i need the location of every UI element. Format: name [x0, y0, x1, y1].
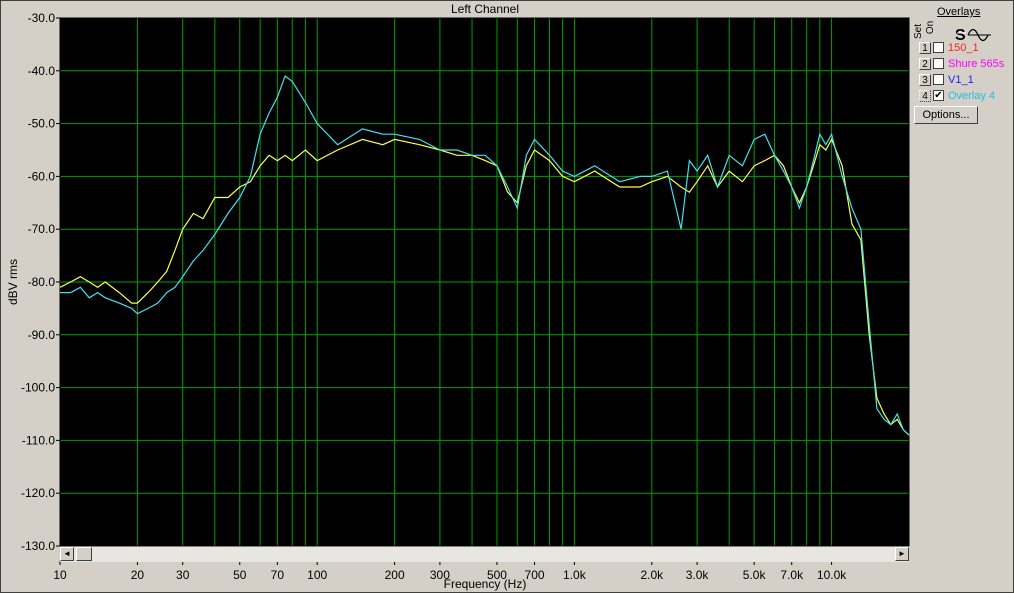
overlay-checkbox-4[interactable]: ✔: [933, 90, 944, 101]
y-tick-label: -120.0: [21, 486, 55, 500]
x-tick-label: 50: [233, 568, 247, 582]
overlay-name-1: 150_1: [948, 41, 979, 54]
overlay-set-button-1[interactable]: 1: [919, 41, 931, 54]
options-button[interactable]: Options...: [914, 106, 978, 124]
overlay-name-2: Shure 565s: [948, 57, 1005, 70]
overlay-set-button-2[interactable]: 2: [919, 57, 931, 70]
x-tick-label: 500: [487, 568, 507, 582]
chart: -30.0 -40.0 -50.0 -60.0 -70.0 -80.0 -90.0 -100.…: [21, 11, 910, 582]
x-tick-label: 1.0k: [563, 568, 587, 582]
y-tick-label: -130.0: [21, 539, 55, 553]
overlay-row-4: 4 ✔ Overlay 4: [919, 88, 995, 103]
x-tick-label: 200: [385, 568, 405, 582]
overlay-row-3: 3 V1_1: [919, 72, 974, 87]
overlay-row-1: 1 150_1: [919, 40, 979, 55]
x-tick-label: 100: [307, 568, 327, 582]
set-column-label: Set: [913, 23, 925, 40]
overlay-name-3: V1_1: [948, 73, 974, 86]
x-tick-label: 70: [271, 568, 285, 582]
x-tick-label: 10: [53, 568, 67, 582]
y-tick-label: -40.0: [28, 64, 56, 78]
x-tick-label: 3.0k: [686, 568, 710, 582]
scroll-thumb[interactable]: [76, 547, 92, 561]
y-tick-label: -30.0: [28, 11, 56, 25]
y-tick-label: -90.0: [28, 328, 56, 342]
x-tick-label: 30: [176, 568, 190, 582]
overlay-set-button-4[interactable]: 4: [919, 89, 931, 102]
overlay-checkbox-3[interactable]: [933, 74, 944, 85]
overlays-panel: Overlays Set On 1 150_1 2 Shure 565s 3 V…: [912, 0, 1012, 130]
x-tick-label: 10.0k: [817, 568, 847, 582]
x-tick-label: 2.0k: [640, 568, 664, 582]
x-tick-label: 20: [131, 568, 145, 582]
scroll-left-button[interactable]: ◄: [60, 547, 74, 561]
x-tick-label: 300: [430, 568, 450, 582]
x-tick-label: 700: [525, 568, 545, 582]
y-tick-label: -80.0: [28, 275, 56, 289]
overlay-row-2: 2 Shure 565s: [919, 56, 1004, 71]
y-tick-label: -110.0: [22, 433, 55, 447]
x-tick-label: 5.0k: [743, 568, 767, 582]
overlay-set-button-3[interactable]: 3: [919, 73, 931, 86]
on-column-label: On: [925, 20, 937, 35]
overlay-name-4: Overlay 4: [948, 89, 996, 102]
y-tick-label: -100.0: [21, 381, 55, 395]
overlays-title: Overlays: [937, 6, 981, 18]
overlay-checkbox-1[interactable]: [933, 42, 944, 53]
horizontal-scrollbar[interactable]: ◄ ►: [60, 546, 909, 562]
y-tick-label: -60.0: [28, 169, 56, 183]
y-ticks: -30.0 -40.0 -50.0 -60.0 -70.0 -80.0 -90.0 -100.…: [21, 11, 60, 553]
scroll-right-button[interactable]: ►: [895, 547, 909, 561]
y-tick-label: -70.0: [28, 222, 56, 236]
overlay-checkbox-2[interactable]: [933, 58, 944, 69]
y-tick-label: -50.0: [28, 117, 56, 131]
x-ticks: 10 20 30 50 70 100 200 300 500 700 1.0k 2.0k 3.0k 5.0…: [53, 561, 847, 582]
x-tick-label: 7.0k: [780, 568, 804, 582]
